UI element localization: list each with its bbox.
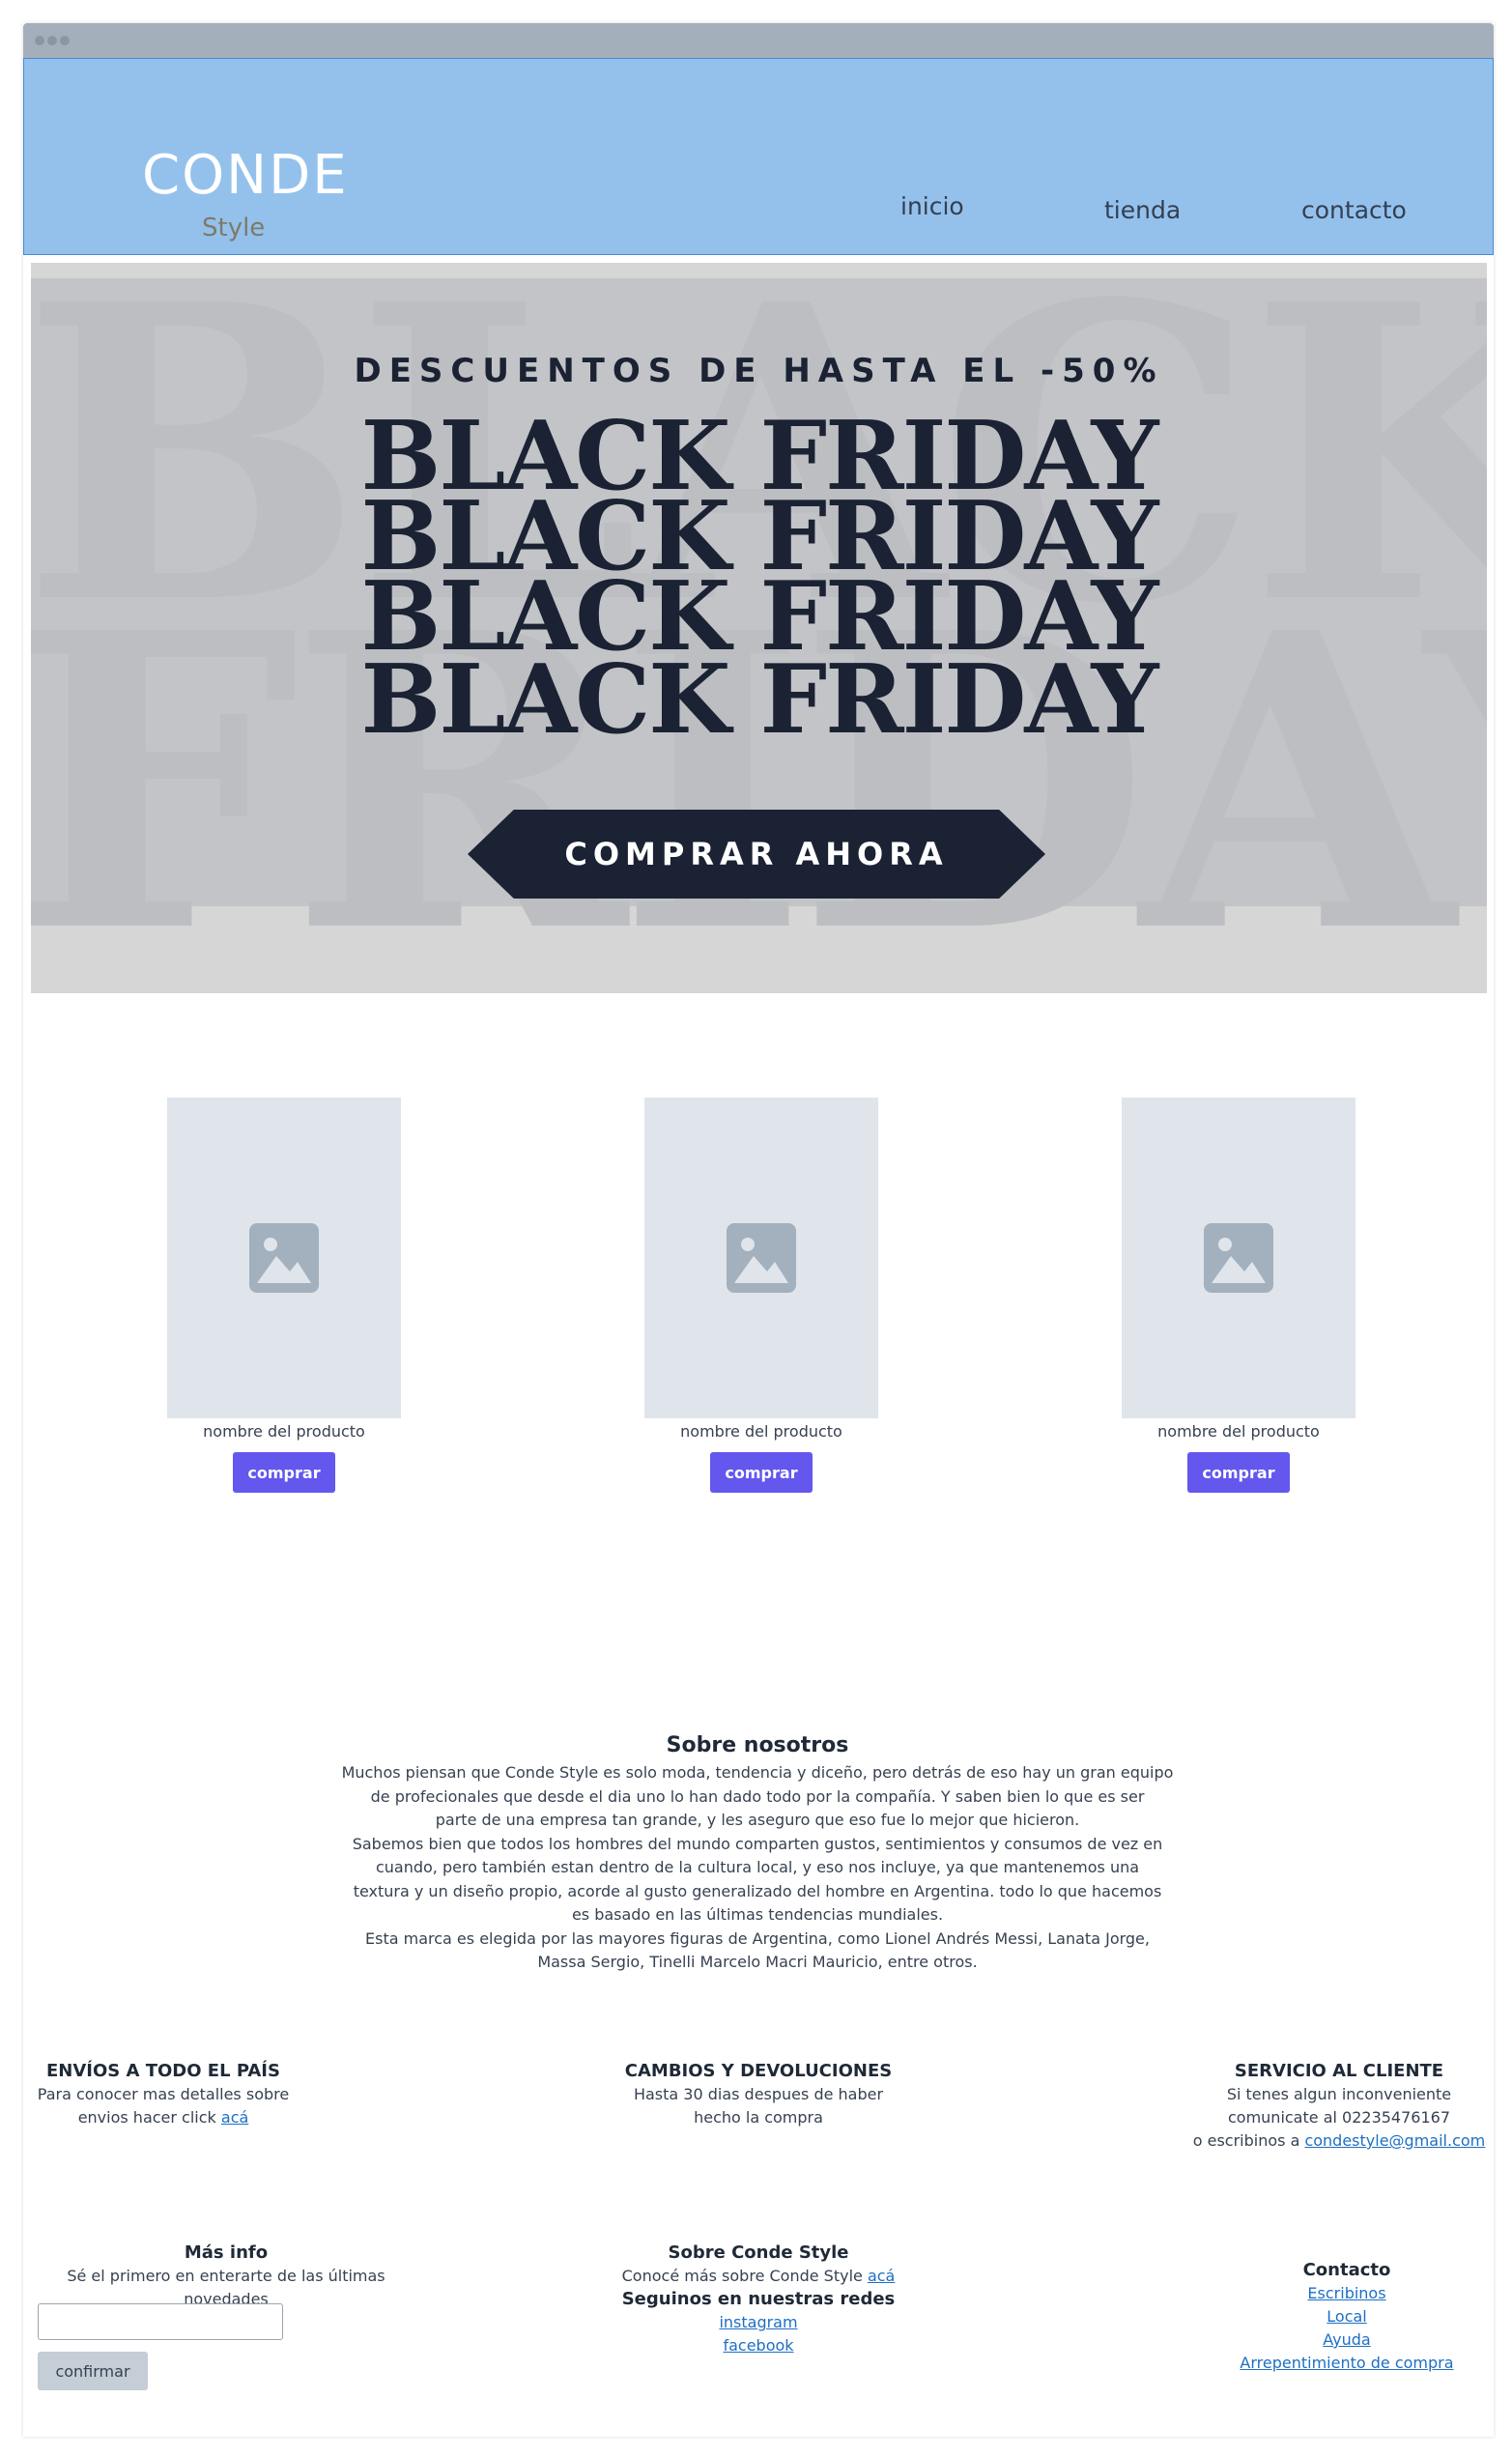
site-header: CONDE Style inicio tienda contacto: [23, 58, 1494, 255]
window-dot-icon: [60, 36, 70, 45]
comprar-button[interactable]: comprar: [710, 1452, 813, 1493]
about-text-line: Sabemos bien que todos los hombres del m…: [352, 1834, 1163, 1853]
comprar-ahora-button[interactable]: COMPRAR AHORA: [468, 810, 1045, 899]
social-title: Seguinos en nuestras redes: [621, 2289, 896, 2309]
instagram-link[interactable]: instagram: [719, 2313, 797, 2331]
shipping-info: ENVÍOS A TODO EL PAÍS Para conocer mas d…: [23, 2060, 303, 2129]
about-footer-title: Sobre Conde Style: [668, 2242, 849, 2263]
black-friday-banner: BLACK FRIDAY DESCUENTOS DE HASTA EL -50%…: [31, 263, 1487, 993]
comprar-button[interactable]: comprar: [233, 1452, 335, 1493]
shipping-text: envios hacer click: [77, 2108, 221, 2127]
service-text: comunicate al 02235476167: [1227, 2108, 1450, 2127]
about-section: Sobre nosotros Muchos piensan que Conde …: [332, 1733, 1183, 1975]
window-dot-icon: [47, 36, 57, 45]
facebook-link[interactable]: facebook: [723, 2336, 793, 2355]
returns-info: CAMBIOS Y DEVOLUCIONES Hasta 30 dias des…: [589, 2060, 927, 2129]
service-text-line: o escribinos a condestyle@gmail.com: [1184, 2129, 1494, 2153]
image-placeholder-icon: [1204, 1223, 1273, 1293]
image-placeholder-icon: [249, 1223, 319, 1293]
about-text-line: de profecionales que desde el dia uno lo…: [370, 1786, 1145, 1806]
nav-tienda[interactable]: tienda: [1104, 196, 1181, 224]
newsletter-title: Más info: [184, 2242, 269, 2263]
brand-logo[interactable]: CONDE: [142, 144, 349, 207]
comprar-button[interactable]: comprar: [1187, 1452, 1290, 1493]
product-card: nombre del producto comprar: [644, 1098, 878, 1493]
about-text-line: parte de una empresa tan grande, y les a…: [435, 1811, 1080, 1829]
about-footer-section: Sobre Conde Style Conocé más sobre Conde…: [584, 2242, 933, 2357]
browser-window: CONDE Style inicio tienda contacto BLACK…: [23, 23, 1494, 2437]
email-link[interactable]: condestyle@gmail.com: [1304, 2131, 1485, 2150]
banner-headline: BLACK FRIDAY: [360, 644, 1158, 756]
about-text-line: es basado en las últimas tendencias mund…: [571, 1905, 944, 1924]
product-name: nombre del producto: [1157, 1422, 1320, 1441]
about-title: Sobre nosotros: [666, 1733, 849, 1757]
shipping-text-line: envios hacer click acá: [23, 2106, 303, 2129]
returns-text: hecho la compra: [694, 2108, 823, 2127]
about-text-line: Massa Sergio, Tinelli Marcelo Macri Maur…: [537, 1953, 978, 1971]
product-card: nombre del producto comprar: [1122, 1098, 1355, 1493]
about-text-line: Esta marca es elegida por las mayores fi…: [365, 1928, 1150, 1948]
about-text-line: textura y un diseño propio, acorde al gu…: [353, 1881, 1162, 1900]
escribinos-link[interactable]: Escribinos: [1307, 2284, 1385, 2302]
contact-footer-section: Contacto Escribinos Local Ayuda Arrepent…: [1221, 2259, 1472, 2375]
window-titlebar: [23, 23, 1494, 58]
service-title: SERVICIO AL CLIENTE: [1234, 2061, 1444, 2081]
customer-service-info: SERVICIO AL CLIENTE Si tenes algun incon…: [1184, 2060, 1494, 2153]
local-link[interactable]: Local: [1327, 2307, 1366, 2326]
product-card: nombre del producto comprar: [167, 1098, 401, 1493]
banner-promo-text: DESCUENTOS DE HASTA EL -50%: [354, 352, 1164, 390]
product-name: nombre del producto: [680, 1422, 842, 1441]
brand-tagline: Style: [202, 214, 266, 243]
image-placeholder-icon: [727, 1223, 796, 1293]
about-text-line: cuando, pero también estan dentro de la …: [375, 1858, 1140, 1876]
shipping-link[interactable]: acá: [221, 2108, 248, 2127]
about-footer-text-line: Conocé más sobre Conde Style acá: [584, 2265, 933, 2288]
product-name: nombre del producto: [203, 1422, 365, 1441]
about-footer-text: Conocé más sobre Conde Style: [621, 2267, 868, 2285]
newsletter-email-input[interactable]: [38, 2303, 283, 2340]
contact-title: Contacto: [1302, 2260, 1391, 2280]
product-image[interactable]: [1122, 1098, 1355, 1418]
service-text: Si tenes algun inconveniente: [1226, 2085, 1452, 2103]
arrepentimiento-link[interactable]: Arrepentimiento de compra: [1240, 2354, 1453, 2372]
about-footer-link[interactable]: acá: [868, 2267, 895, 2285]
about-text-line: Muchos piensan que Conde Style es solo m…: [341, 1763, 1174, 1782]
ayuda-link[interactable]: Ayuda: [1323, 2330, 1370, 2349]
confirmar-button[interactable]: confirmar: [38, 2352, 148, 2390]
window-dot-icon: [35, 36, 44, 45]
shipping-title: ENVÍOS A TODO EL PAÍS: [46, 2061, 280, 2081]
returns-title: CAMBIOS Y DEVOLUCIONES: [624, 2061, 893, 2081]
returns-text: Hasta 30 dias despues de haber: [633, 2085, 884, 2103]
shipping-text: Para conocer mas detalles sobre: [37, 2085, 290, 2103]
newsletter-section: Más info Sé el primero en enterarte de l…: [23, 2242, 429, 2311]
nav-contacto[interactable]: contacto: [1301, 196, 1407, 224]
product-image[interactable]: [644, 1098, 878, 1418]
service-text: o escribinos a: [1192, 2131, 1305, 2150]
product-image[interactable]: [167, 1098, 401, 1418]
nav-inicio[interactable]: inicio: [900, 192, 964, 220]
